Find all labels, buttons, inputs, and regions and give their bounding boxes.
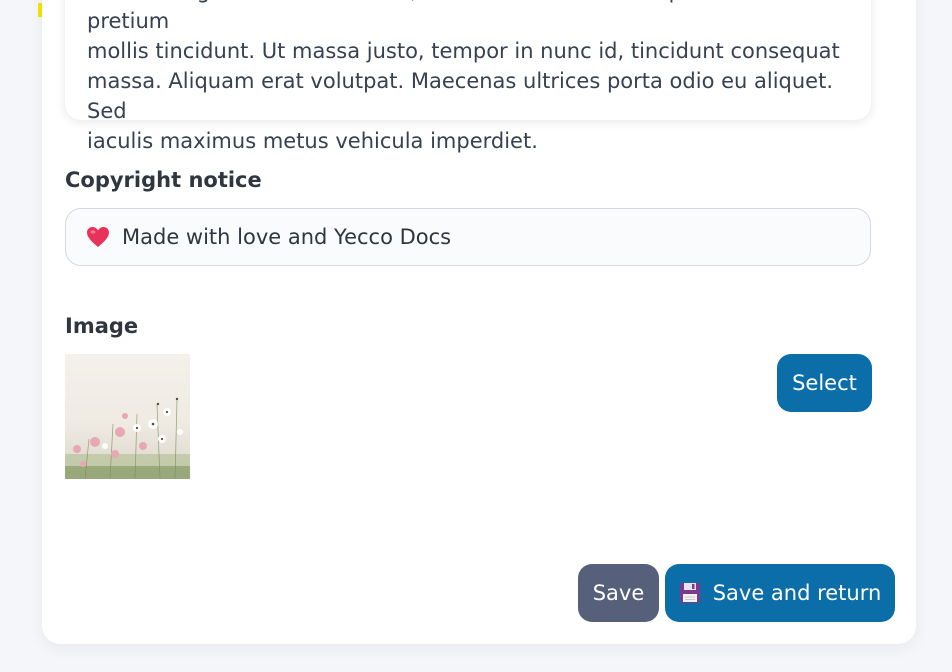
page: Aenean sagittis venenatis eros, vel moll… [0, 0, 952, 672]
copyright-value: Made with love and Yecco Docs [122, 225, 452, 249]
save-and-return-label: Save and return [712, 581, 882, 605]
image-thumbnail [65, 354, 190, 479]
save-button[interactable]: Save [578, 564, 659, 622]
heart-icon [86, 226, 110, 248]
description-text: Aenean sagittis venenatis eros, vel moll… [87, 0, 840, 153]
image-label: Image [65, 314, 139, 338]
floppy-disk-icon [679, 582, 701, 604]
copyright-input[interactable]: Made with love and Yecco Docs [65, 208, 871, 266]
copyright-label: Copyright notice [65, 168, 262, 192]
select-image-button[interactable]: Select [777, 354, 872, 412]
save-and-return-button[interactable]: Save and return [665, 564, 895, 622]
